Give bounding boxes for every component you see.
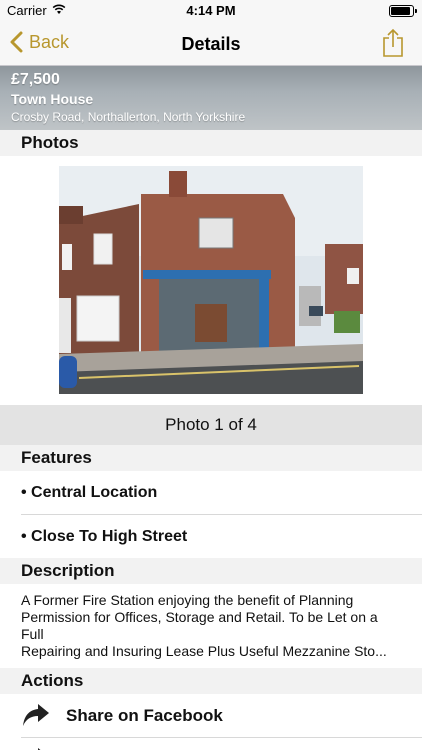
description-section-header: Description — [0, 558, 422, 584]
description-line: A Former Fire Station enjoying the benef… — [21, 592, 354, 608]
description-line: Full — [21, 626, 44, 642]
page-title: Details — [181, 34, 241, 54]
share-arrow-icon — [22, 702, 50, 733]
photo-area — [0, 156, 422, 404]
property-banner: £7,500 Town House Crosby Road, Northalle… — [0, 66, 422, 130]
property-type: Town House — [11, 91, 94, 107]
photos-section-header: Photos — [0, 130, 422, 156]
actions-section-header: Actions — [0, 668, 422, 694]
description-line: Permission for Offices, Storage and Reta… — [21, 609, 378, 625]
battery-icon — [389, 5, 417, 17]
description-text[interactable]: A Former Fire Station enjoying the benef… — [0, 584, 422, 668]
description-line: Repairing and Insuring Lease Plus Useful… — [21, 643, 387, 659]
property-address: Crosby Road, Northallerton, North Yorksh… — [11, 110, 246, 124]
share-arrow-icon — [22, 746, 50, 750]
navigation-bar: Back Details — [0, 22, 422, 66]
share-on-facebook-label: Share on Facebook — [66, 706, 223, 725]
feature-item: • Close To High Street — [0, 515, 422, 558]
status-right — [389, 5, 417, 17]
status-bar: Carrier 4:14 PM — [0, 0, 422, 22]
share-icon — [383, 28, 403, 57]
property-photo[interactable] — [59, 166, 363, 394]
photo-counter[interactable]: Photo 1 of 4 — [0, 405, 422, 445]
share-on-facebook-button[interactable]: Share on Facebook — [0, 694, 422, 738]
status-time: 4:14 PM — [186, 3, 236, 18]
features-section-header: Features — [0, 445, 422, 471]
next-action-row[interactable] — [0, 738, 422, 750]
feature-item: • Central Location — [0, 471, 422, 514]
share-button[interactable] — [382, 28, 404, 63]
property-price: £7,500 — [11, 71, 60, 88]
